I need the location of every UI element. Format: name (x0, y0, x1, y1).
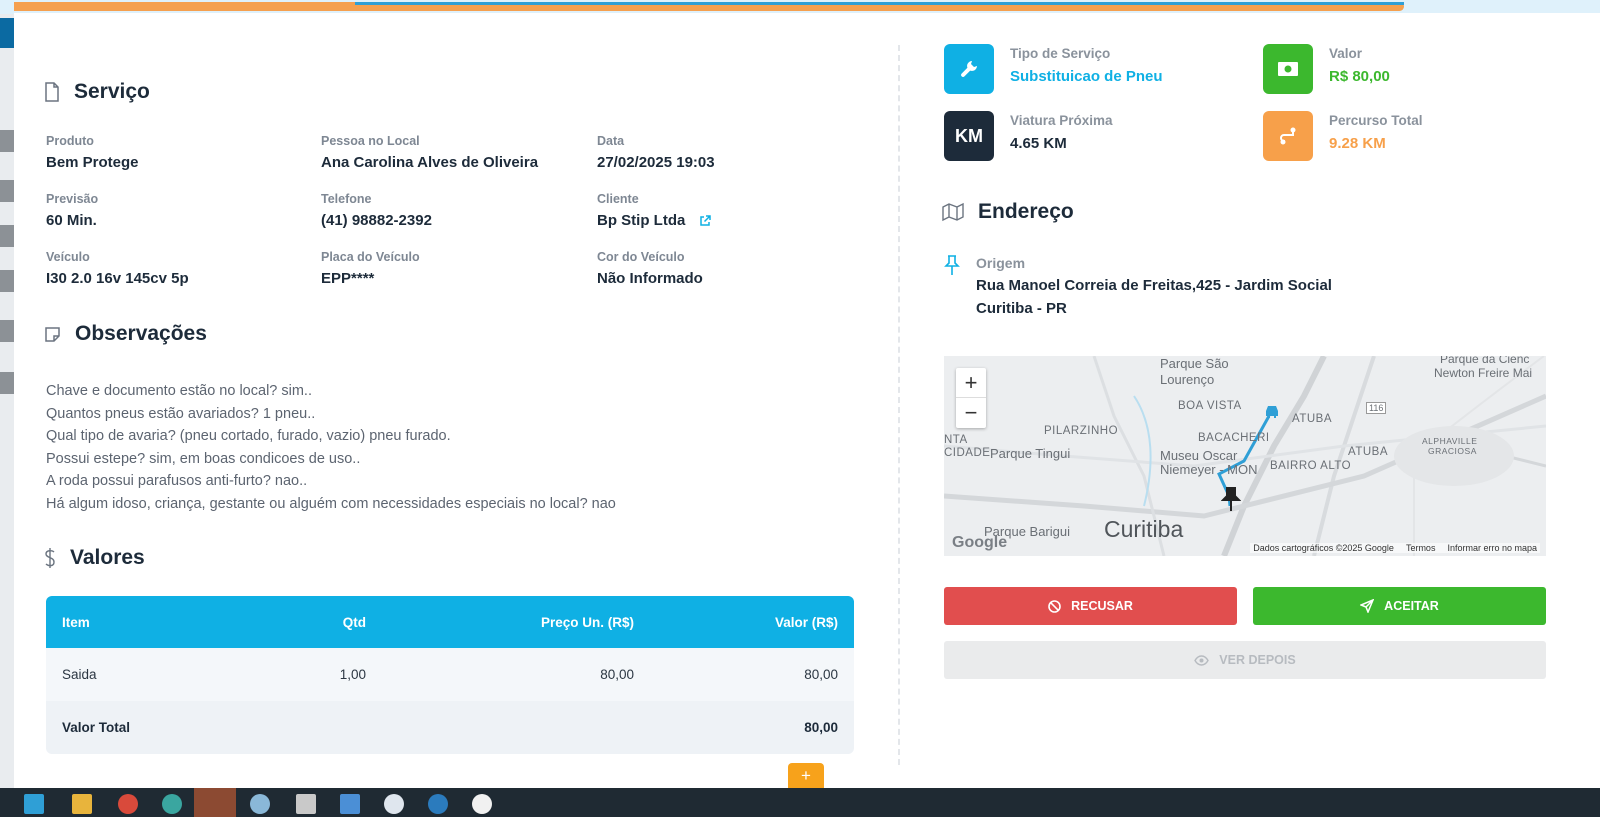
field-pessoa-local: Pessoa no Local Ana Carolina Alves de Ol… (321, 134, 539, 171)
money-icon (1263, 44, 1313, 94)
field-produto: Produto Bem Protege (46, 134, 139, 171)
note-icon (45, 326, 60, 342)
address-origin: Origem Rua Manoel Correia de Freitas,425… (944, 254, 1332, 317)
field-veiculo: Veículo I30 2.0 16v 145cv 5p (46, 250, 189, 287)
zoom-in-button[interactable]: + (956, 368, 986, 398)
column-divider (898, 45, 900, 765)
col-unit-price: Preço Un. (R$) (382, 596, 650, 648)
field-telefone: Telefone (41) 98882-2392 (321, 192, 432, 229)
app-icon-1[interactable] (118, 794, 138, 814)
field-cliente: Cliente Bp Stip Ltda (597, 192, 712, 229)
progress-bar (0, 0, 1600, 14)
field-data: Data 27/02/2025 19:03 (597, 134, 715, 171)
document-icon (45, 82, 59, 102)
pin-icon (944, 255, 960, 275)
vehicle-marker-icon (1266, 406, 1278, 418)
values-section-title: Valores (44, 546, 145, 570)
app-icon-active[interactable] (194, 788, 236, 817)
map-terms-link[interactable]: Termos (1406, 543, 1436, 553)
route-map[interactable]: + − Parque São Lourenço Parque da Ciênc … (944, 356, 1546, 556)
ban-icon (1048, 599, 1061, 613)
send-icon (1360, 599, 1375, 613)
card-service-type: Tipo de Serviço Substituicao de Pneu (944, 44, 1163, 94)
values-table: Item Qtd Preço Un. (R$) Valor (R$) Saida… (46, 596, 854, 754)
background-app-strip (0, 0, 14, 800)
route-icon (1263, 111, 1313, 161)
accept-button[interactable]: ACEITAR (1253, 587, 1546, 625)
card-route-total: Percurso Total 9.28 KM (1263, 111, 1423, 161)
field-previsao: Previsão 60 Min. (46, 192, 99, 229)
col-qtd: Qtd (246, 596, 382, 648)
card-price: Valor R$ 80,00 (1263, 44, 1390, 94)
field-placa: Placa do Veículo EPP**** (321, 250, 420, 287)
app-icon-4[interactable] (250, 794, 270, 814)
app-icon-6[interactable] (340, 794, 360, 814)
field-cor: Cor do Veículo Não Informado (597, 250, 703, 287)
table-row: Saida 1,00 80,00 80,00 (46, 648, 854, 701)
map-footer: Dados cartográficos ©2025 Google Termos … (1250, 543, 1540, 553)
eye-icon (1194, 654, 1210, 666)
os-taskbar (0, 788, 1600, 817)
dollar-icon (45, 548, 55, 568)
app-icon-5[interactable] (296, 794, 316, 814)
col-value: Valor (R$) (650, 596, 854, 648)
google-logo: Google (952, 534, 1008, 551)
address-section-title: Endereço (942, 200, 1074, 224)
map-report-link[interactable]: Informar erro no mapa (1447, 543, 1537, 553)
start-icon[interactable] (24, 794, 44, 814)
destination-pin-icon (1221, 487, 1241, 511)
app-icon-7[interactable] (384, 794, 404, 814)
observations-section-title: Observações (44, 322, 207, 346)
view-later-button[interactable]: VER DEPOIS (944, 641, 1546, 679)
add-button[interactable]: + (788, 763, 824, 789)
app-icon-9[interactable] (472, 794, 492, 814)
map-icon (942, 202, 964, 222)
app-icon-2[interactable] (162, 794, 182, 814)
service-section-title: Serviço (44, 80, 150, 104)
observations-text: Chave e documento estão no local? sim.. … (46, 383, 616, 512)
external-link-icon[interactable] (699, 214, 712, 227)
table-total-row: Valor Total 80,00 (46, 701, 854, 754)
col-item: Item (46, 596, 246, 648)
map-zoom-control[interactable]: + − (956, 368, 986, 428)
app-icon-8[interactable] (428, 794, 448, 814)
card-nearest-vehicle: KM Viatura Próxima 4.65 KM (944, 111, 1113, 161)
wrench-icon (944, 44, 994, 94)
folder-icon[interactable] (72, 794, 92, 814)
km-icon: KM (944, 111, 994, 161)
zoom-out-button[interactable]: − (956, 398, 986, 428)
refuse-button[interactable]: RECUSAR (944, 587, 1237, 625)
